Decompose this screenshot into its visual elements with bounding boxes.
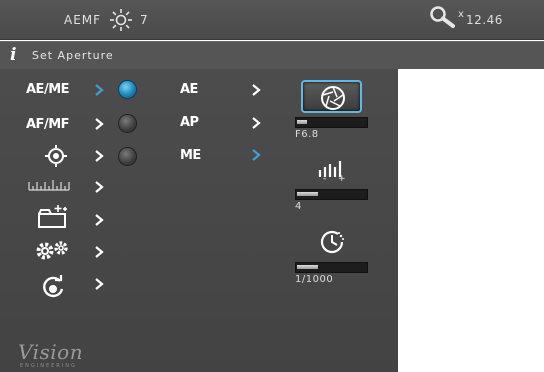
exposure-value: 4 (295, 201, 302, 212)
aperture-button[interactable] (301, 80, 362, 113)
gears-icon[interactable] (34, 239, 70, 263)
zoom-multiplier-sign: x (458, 9, 464, 20)
radio-third[interactable] (119, 148, 136, 165)
ruler-scale-icon[interactable] (28, 178, 72, 192)
timer-icon[interactable] (318, 229, 346, 255)
menu-item-af-mf[interactable]: AF/MF (26, 117, 70, 132)
shutter-level-fill (297, 265, 318, 269)
aperture-level-fill (297, 120, 307, 124)
option-ap[interactable]: AP (180, 115, 199, 130)
exposure-plus: + (338, 174, 346, 184)
chevron-right-icon[interactable] (93, 245, 105, 259)
info-i-icon: i (10, 45, 17, 65)
chevron-right-icon[interactable] (93, 83, 105, 97)
shutter-value: 1/1000 (295, 274, 334, 285)
crosshair-target-icon[interactable] (44, 144, 68, 168)
chevron-right-icon[interactable] (250, 83, 262, 97)
aperture-icon (321, 86, 345, 110)
aperture-level-bar[interactable] (295, 117, 368, 128)
chevron-right-icon[interactable] (93, 277, 105, 291)
shutter-level-bar[interactable] (295, 262, 368, 273)
radio-af-mf[interactable] (119, 115, 136, 132)
zoom-value: 12.46 (466, 13, 503, 27)
aperture-value: F6.8 (295, 129, 319, 140)
chevron-right-icon[interactable] (93, 180, 105, 194)
chevron-right-icon[interactable] (93, 117, 105, 131)
chevron-right-icon[interactable] (250, 116, 262, 130)
mode-label: AEMF (64, 13, 102, 27)
chevron-right-icon[interactable] (93, 149, 105, 163)
chevron-right-icon[interactable] (93, 213, 105, 227)
exposure-level-bar[interactable] (295, 189, 368, 200)
chevron-right-icon[interactable] (250, 148, 262, 162)
magnifier-icon (430, 6, 455, 28)
info-bar: i Set Aperture (0, 41, 544, 69)
folder-sparkle-icon[interactable] (36, 204, 70, 230)
brightness-value: 7 (140, 13, 148, 27)
top-status-bar: AEMF 7 x 12.46 (0, 0, 544, 40)
info-message: Set Aperture (32, 49, 114, 62)
sun-icon (110, 9, 132, 31)
camera-refresh-icon[interactable] (40, 275, 66, 301)
menu-item-ae-me[interactable]: AE/ME (26, 82, 70, 97)
exposure-level-fill (297, 192, 318, 196)
vision-logo: Vision (18, 340, 84, 364)
exposure-minus: - (323, 174, 327, 184)
vision-logo-subtitle: ENGINEERING (20, 363, 77, 369)
radio-ae-me[interactable] (119, 81, 136, 98)
option-me[interactable]: ME (180, 148, 201, 163)
option-ae[interactable]: AE (180, 82, 198, 97)
